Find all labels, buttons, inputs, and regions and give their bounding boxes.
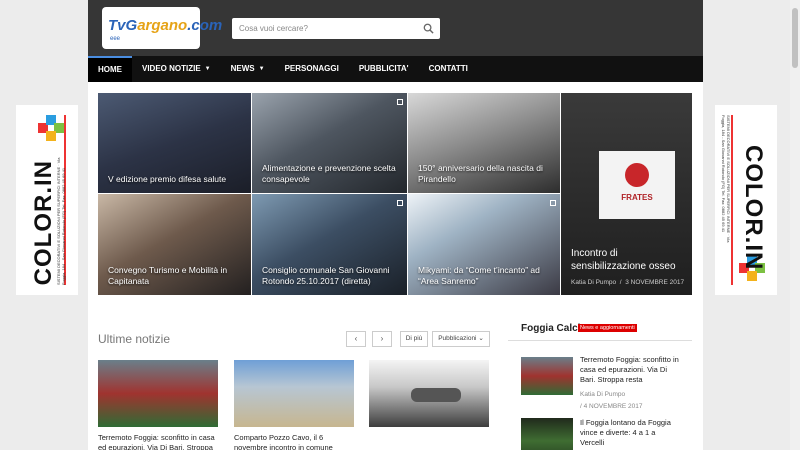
caret-down-icon: ▼ (204, 66, 211, 72)
featured-tile[interactable]: V edizione premio difesa salute (98, 93, 251, 193)
sidebar-image[interactable] (521, 418, 573, 450)
left-side-ad[interactable]: COLOR.IN SISTEMI DECORATIVI E SOLUZIONI … (16, 105, 78, 295)
video-icon (397, 200, 403, 206)
featured-tile[interactable]: Consiglio comunale San Giovanni Rotondo … (252, 194, 407, 295)
news-title[interactable]: Comparto Pozzo Cavo, il 6 novembre incon… (234, 433, 356, 450)
featured-meta: Katia Di Pumpo / 3 NOVEMBRE 2017 (571, 279, 685, 286)
featured-caption: 150° anniversario della nascita di Piran… (418, 163, 543, 184)
ad-brand: COLOR.IN (30, 160, 57, 286)
sidebar-article-title[interactable]: Terremoto Foggia: sconfitto in casa ed e… (580, 355, 680, 385)
nav-video-notizie[interactable]: VIDEO NOTIZIE ▼ (132, 56, 221, 82)
right-side-ad[interactable]: COLOR.IN SISTEMI DECORATIVI E SOLUZIONI … (715, 105, 777, 295)
search-input[interactable] (239, 22, 419, 35)
featured-big-tile[interactable]: FRATES Incontro di sensibilizzazione oss… (561, 93, 692, 295)
site-logo[interactable]: TvGargano.com eee (102, 7, 222, 49)
ad-details: SISTEMI DECORATIVI E SOLUZIONI PER SUPER… (721, 115, 731, 243)
nav-pubblicita[interactable]: PUBBLICITA' (349, 56, 419, 82)
logo-text: TvGargano.com (108, 17, 223, 34)
sidebar-author: Katia Di Pumpo (580, 391, 626, 398)
featured-tile[interactable]: Convegno Turismo e Mobilità in Capitanat… (98, 194, 251, 295)
faucet-icon (411, 388, 461, 402)
news-image[interactable] (98, 360, 218, 427)
featured-caption: Incontro di sensibilizzazione osseo (571, 248, 676, 272)
ad-details: SISTEMI DECORATIVI E SOLUZIONI PER SUPER… (56, 157, 66, 285)
caret-down-icon: ▼ (258, 66, 265, 72)
news-title[interactable]: Terremoto Foggia: sconfitto in casa ed e… (98, 433, 220, 450)
page-scrollbar[interactable] (790, 0, 800, 450)
featured-grid: V edizione premio difesa salute Alimenta… (98, 93, 692, 295)
video-icon (550, 200, 556, 206)
sidebar-badge: News e aggiornamenti (578, 324, 637, 332)
ad-divider (731, 115, 733, 285)
ultime-notizie-title: Ultime notizie (98, 332, 171, 346)
chevron-down-icon: ⌄ (478, 335, 484, 342)
search-box (232, 18, 440, 39)
sidebar-date: / 4 NOVEMBRE 2017 (580, 403, 643, 410)
logo-sub: eee (110, 36, 121, 42)
sidebar-image[interactable] (521, 357, 573, 395)
nav-personaggi[interactable]: PERSONAGGI (275, 56, 349, 82)
sidebar-article-title[interactable]: Il Foggia lontano da Foggia vince e dive… (580, 418, 680, 448)
nav-home[interactable]: HOME (88, 56, 132, 82)
color-in-logo-icon (38, 115, 64, 141)
site-container: TvGargano.com eee HOME VIDEO NOTIZIE▼ NE… (88, 0, 703, 450)
featured-caption: Consiglio comunale San Giovanni Rotondo … (262, 265, 390, 286)
frates-logo-icon (625, 163, 649, 187)
more-button[interactable]: Di più (400, 331, 428, 347)
frates-label: FRATES (621, 193, 653, 202)
news-image[interactable] (369, 360, 489, 427)
site-header: TvGargano.com eee (88, 0, 703, 56)
featured-tile[interactable]: Mikyami: da “Come t’incanto” ad “Area Sa… (408, 194, 560, 295)
sidebar-divider (508, 340, 692, 341)
prev-button[interactable]: ‹ (346, 331, 366, 347)
video-icon (397, 99, 403, 105)
featured-caption: V edizione premio difesa salute (108, 174, 227, 184)
frates-banner: FRATES (599, 151, 675, 219)
featured-caption: Alimentazione e prevenzione scelta consa… (262, 163, 396, 184)
nav-news[interactable]: NEWS ▼ (221, 56, 275, 82)
main-nav: HOME VIDEO NOTIZIE ▼ NEWS ▼ PERSONAGGI PUB… (88, 56, 703, 82)
search-icon[interactable] (423, 23, 434, 34)
publication-filter[interactable]: Pubblicazioni ⌄ (432, 331, 490, 347)
featured-tile[interactable]: 150° anniversario della nascita di Piran… (408, 93, 560, 193)
news-image[interactable] (234, 360, 354, 427)
featured-caption: Convegno Turismo e Mobilità in Capitanat… (108, 265, 228, 286)
sidebar-title[interactable]: Foggia Calcio (521, 323, 587, 334)
featured-tile[interactable]: Alimentazione e prevenzione scelta consa… (252, 93, 407, 193)
featured-caption: Mikyami: da “Come t’incanto” ad “Area Sa… (418, 265, 540, 286)
scroll-thumb[interactable] (792, 8, 798, 68)
next-button[interactable]: › (372, 331, 392, 347)
nav-contatti[interactable]: CONTATTI (419, 56, 478, 82)
ad-brand: COLOR.IN (740, 145, 767, 271)
